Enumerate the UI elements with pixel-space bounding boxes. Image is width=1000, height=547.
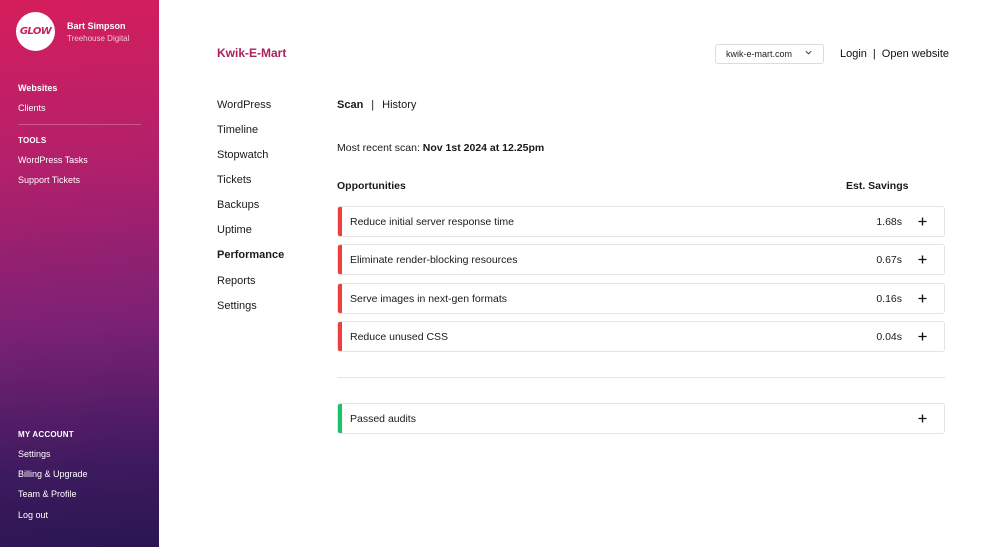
sidebar: GLOW Bart Simpson Treehouse Digital Webs… [0,0,159,547]
subnav-item-settings[interactable]: Settings [217,300,257,312]
user-name: Bart Simpson [67,21,126,31]
plus-icon[interactable] [918,255,927,264]
performance-tabs: Scan | History [337,99,416,111]
sidebar-item-billing-upgrade[interactable]: Billing & Upgrade [18,469,88,479]
fail-indicator [338,207,342,236]
sidebar-divider [18,124,141,125]
plus-icon[interactable] [918,217,927,226]
opportunity-savings: 1.68s [876,216,902,228]
sidebar-item-log-out[interactable]: Log out [18,510,48,520]
sidebar-item-wordpress-tasks[interactable]: WordPress Tasks [18,155,88,165]
tab-scan[interactable]: Scan [337,99,363,111]
recent-scan-value: Nov 1st 2024 at 12.25pm [422,142,545,154]
recent-scan: Most recent scan: Nov 1st 2024 at 12.25p… [337,142,544,154]
subnav-item-timeline[interactable]: Timeline [217,124,258,136]
opportunities-heading: Opportunities [337,180,406,192]
sidebar-heading-tools: TOOLS [18,136,47,145]
opportunity-label: Reduce unused CSS [350,331,449,343]
passed-audits-row[interactable]: Passed audits [337,403,945,434]
opportunity-savings: 0.67s [876,254,902,266]
opportunity-savings: 0.04s [876,331,902,343]
pass-indicator [338,404,342,433]
tab-separator: | [371,99,375,111]
sidebar-item-clients[interactable]: Clients [18,103,46,113]
sidebar-heading-my-account: MY ACCOUNT [18,430,74,439]
header-separator: | [872,48,876,60]
fail-indicator [338,284,342,313]
est-savings-heading: Est. Savings [846,180,909,192]
tab-history[interactable]: History [382,99,416,111]
header-links: Login | Open website [840,48,949,60]
user-org: Treehouse Digital [67,34,130,43]
logo-text: GLOW [19,26,52,37]
section-divider [337,377,945,378]
subnav-item-backups[interactable]: Backups [217,199,259,211]
subnav-item-uptime[interactable]: Uptime [217,224,252,236]
sidebar-item-team-profile[interactable]: Team & Profile [18,489,77,499]
opportunity-label: Reduce initial server response time [350,216,514,228]
subnav-item-stopwatch[interactable]: Stopwatch [217,149,268,161]
subnav-item-reports[interactable]: Reports [217,275,256,287]
fail-indicator [338,322,342,351]
recent-scan-label: Most recent scan: [337,142,420,154]
page-title: Kwik-E-Mart [217,46,287,60]
login-link[interactable]: Login [840,48,867,60]
subnav-item-performance[interactable]: Performance [217,249,284,261]
opportunity-row[interactable]: Eliminate render-blocking resources 0.67… [337,244,945,275]
sidebar-item-websites[interactable]: Websites [18,83,57,93]
site-select[interactable]: kwik-e-mart.com [715,44,824,64]
plus-icon[interactable] [918,294,927,303]
glow-logo[interactable]: GLOW [16,12,55,51]
chevron-down-icon [805,50,812,55]
opportunity-label: Serve images in next-gen formats [350,293,507,305]
sidebar-item-support-tickets[interactable]: Support Tickets [18,175,80,185]
opportunity-row[interactable]: Reduce initial server response time 1.68… [337,206,945,237]
fail-indicator [338,245,342,274]
sidebar-item-settings[interactable]: Settings [18,449,51,459]
plus-icon[interactable] [918,414,927,423]
subnav-item-wordpress[interactable]: WordPress [217,99,271,111]
plus-icon[interactable] [918,332,927,341]
site-select-value: kwik-e-mart.com [726,49,793,59]
opportunity-label: Eliminate render-blocking resources [350,254,518,266]
subnav-item-tickets[interactable]: Tickets [217,174,251,186]
open-website-link[interactable]: Open website [882,48,949,60]
passed-audits-label: Passed audits [350,413,416,425]
opportunity-savings: 0.16s [876,293,902,305]
opportunity-row[interactable]: Serve images in next-gen formats 0.16s [337,283,945,314]
opportunity-row[interactable]: Reduce unused CSS 0.04s [337,321,945,352]
